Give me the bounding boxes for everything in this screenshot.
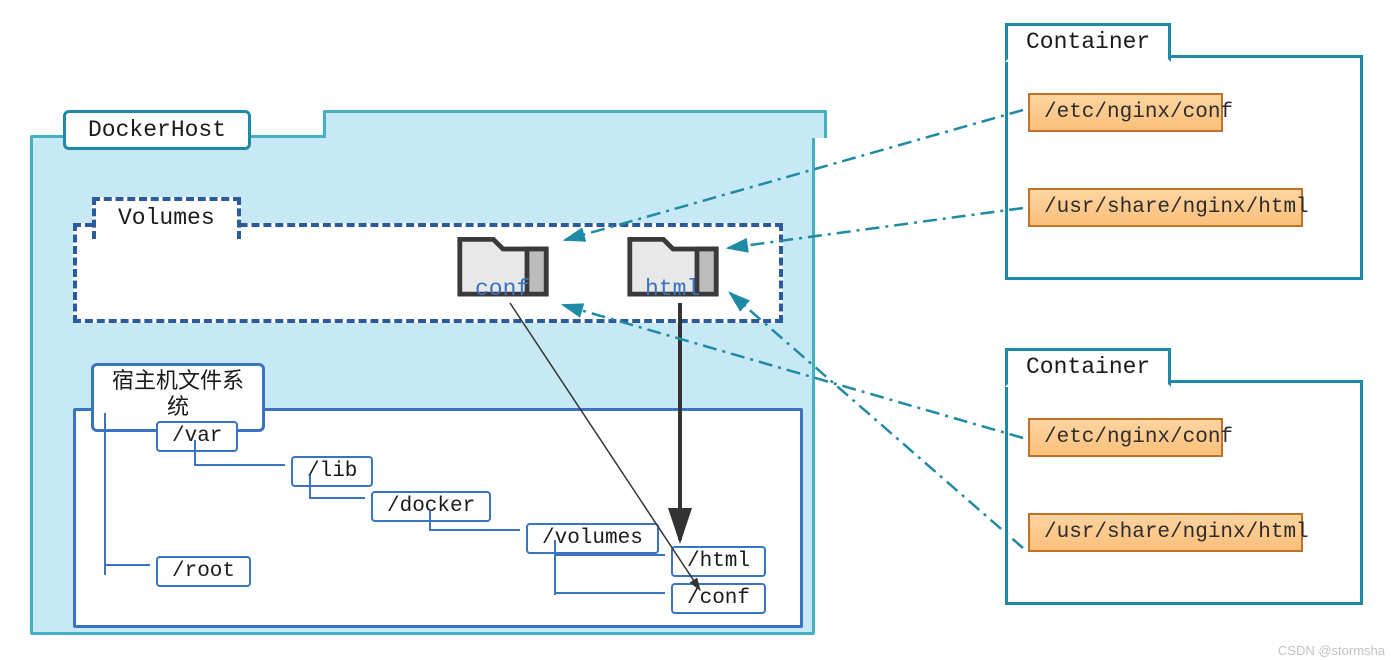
- container1-box: Container /etc/nginx/conf /usr/share/ngi…: [1005, 55, 1363, 280]
- path-conf: /conf: [671, 583, 766, 614]
- container2-mount-html: /usr/share/nginx/html: [1028, 513, 1303, 552]
- path-docker: /docker: [371, 491, 491, 522]
- path-html: /html: [671, 546, 766, 577]
- volumes-label: Volumes: [92, 197, 241, 239]
- docker-host-label: DockerHost: [63, 110, 251, 150]
- docker-host-box: DockerHost Volumes 宿主机文件系统 /var /lib /do…: [30, 135, 815, 635]
- path-volumes: /volumes: [526, 523, 659, 554]
- path-lib: /lib: [291, 456, 373, 487]
- container2-label: Container: [1005, 348, 1171, 387]
- container1-mount-html: /usr/share/nginx/html: [1028, 188, 1303, 227]
- filesystem-box: 宿主机文件系统 /var /lib /docker /volumes /html…: [73, 408, 803, 628]
- container1-label: Container: [1005, 23, 1171, 62]
- container2-box: Container /etc/nginx/conf /usr/share/ngi…: [1005, 380, 1363, 605]
- folder-html-label: html: [645, 276, 700, 302]
- container2-mount-conf: /etc/nginx/conf: [1028, 418, 1223, 457]
- folder-conf-label: conf: [475, 276, 530, 302]
- path-root: /root: [156, 556, 251, 587]
- container1-mount-conf: /etc/nginx/conf: [1028, 93, 1223, 132]
- watermark: CSDN @stormsha: [1278, 643, 1385, 658]
- path-var: /var: [156, 421, 238, 452]
